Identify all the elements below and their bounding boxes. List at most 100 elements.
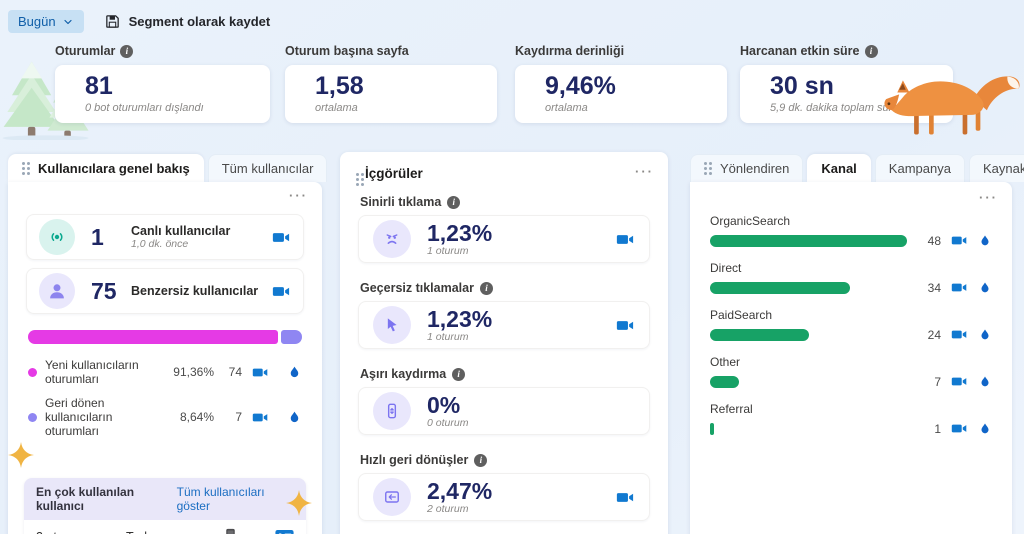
channel-label: Direct [710, 261, 742, 275]
user-profile-card-icon[interactable] [275, 529, 294, 534]
info-icon[interactable]: i [864, 44, 878, 58]
date-range-dropdown[interactable]: Bugün [8, 10, 84, 33]
legend-dot [28, 367, 37, 377]
recordings-camera-icon[interactable] [951, 326, 968, 343]
users-overview-panel: Kullanıcılara genel bakış Tüm kullanıcıl… [8, 152, 328, 534]
info-icon[interactable]: i [474, 453, 488, 467]
channel-bar-track [710, 281, 907, 294]
unique-users-label: Benzersiz kullanıcılar [131, 284, 259, 298]
legend-label: Geri dönen kullanıcıların oturumları [45, 396, 113, 438]
tab-users-overview[interactable]: Kullanıcılara genel bakış [8, 154, 204, 182]
insights-title: İçgörüler [365, 166, 423, 181]
legend-count: 74 [228, 365, 242, 379]
excessive-scroll-card: 0% 0 oturum [358, 387, 650, 435]
channel-row-paidsearch: PaidSearch 24 [710, 308, 992, 343]
returning-users-legend-row: Geri dönen kullanıcıların oturumları 8,6… [28, 396, 302, 438]
quick-backs-sub: 2 oturum [427, 503, 469, 516]
channel-row-other: Other 7 [710, 355, 992, 390]
recordings-camera-icon[interactable] [272, 282, 291, 301]
rage-clicks-card: 1,23% 1 oturum [358, 215, 650, 263]
dead-clicks-value: 1,23% [427, 305, 493, 332]
heatmap-icon[interactable] [287, 410, 302, 425]
more-options-icon[interactable]: ··· [289, 188, 308, 203]
new-vs-returning-bar [28, 330, 302, 344]
chevron-down-icon [63, 19, 72, 24]
more-options-icon[interactable]: ··· [635, 164, 654, 179]
top-user-header: En çok kullanılan kullanıcı [36, 485, 135, 513]
save-segment-button[interactable]: Segment olarak kaydet [104, 13, 270, 30]
tab-all-users[interactable]: Tüm kullanıcılar [207, 154, 328, 182]
channel-value: 34 [927, 280, 941, 295]
channel-label: Other [710, 355, 741, 369]
recordings-camera-icon[interactable] [252, 364, 269, 381]
tab-campaign[interactable]: Kampanya [874, 154, 965, 182]
more-options-icon[interactable]: ··· [979, 190, 998, 205]
recordings-camera-icon[interactable] [951, 232, 968, 249]
recordings-camera-icon[interactable] [616, 230, 635, 249]
quick-back-icon [373, 478, 411, 516]
recordings-camera-icon[interactable] [951, 279, 968, 296]
metric-card: 1,58 ortalama [285, 65, 497, 123]
excessive-scroll-value: 0% [427, 391, 461, 418]
tab-label: Yönlendiren [720, 161, 790, 176]
tab-label: Tüm kullanıcılar [221, 161, 314, 176]
recordings-camera-icon[interactable] [272, 228, 291, 247]
recordings-camera-icon[interactable] [951, 373, 968, 390]
info-icon[interactable]: i [120, 44, 134, 58]
heatmap-icon[interactable] [978, 375, 992, 389]
unique-users-row: 75 Benzersiz kullanıcılar [26, 268, 304, 314]
recordings-camera-icon[interactable] [616, 488, 635, 507]
tab-referrer[interactable]: Yönlendiren [690, 154, 804, 182]
toolbar: Bugün Segment olarak kaydet [8, 10, 270, 33]
heatmap-icon[interactable] [287, 365, 302, 380]
top-user-sessions: 2 oturum [36, 530, 126, 534]
scroll-phone-icon [373, 392, 411, 430]
tab-label: Kaynak [982, 161, 1024, 176]
heatmap-icon[interactable] [978, 328, 992, 342]
metric-scroll-depth: Kaydırma derinliği 9,46% ortalama [515, 44, 727, 123]
tab-source[interactable]: Kaynak [968, 154, 1024, 182]
users-panel-card: ··· 1 Canlı kullanıcılar 1,0 dk. önce 75… [8, 182, 322, 534]
metric-card: 9,46% ortalama [515, 65, 727, 123]
top-user-row[interactable]: 2 oturum Turkey [24, 520, 306, 534]
live-users-row: 1 Canlı kullanıcılar 1,0 dk. önce [26, 214, 304, 260]
date-range-label: Bugün [18, 14, 56, 29]
channel-row-direct: Direct 34 [710, 261, 992, 296]
channel-label: PaidSearch [710, 308, 773, 322]
recordings-camera-icon[interactable] [252, 409, 269, 426]
tab-label: Kanal [821, 161, 857, 176]
metric-subtitle: ortalama [545, 101, 588, 114]
channel-bar [710, 234, 907, 247]
recordings-camera-icon[interactable] [616, 316, 635, 335]
heatmap-icon[interactable] [978, 234, 992, 248]
info-icon[interactable]: i [447, 195, 461, 209]
heatmap-icon[interactable] [978, 422, 992, 436]
recordings-camera-icon[interactable] [951, 420, 968, 437]
insights-panel: ··· İçgörüler Sinirli tıklama i 1,23% 1 … [340, 152, 668, 534]
legend-count: 7 [235, 410, 242, 424]
legend-pct: 8,64% [179, 410, 214, 424]
drag-handle-icon[interactable] [704, 162, 707, 165]
quick-backs-label: Hızlı geri dönüşler i [360, 453, 650, 467]
metric-value: 1,58 [315, 72, 364, 100]
metric-subtitle: 5,9 dk. dakika toplam sürede [770, 101, 911, 114]
tab-channel[interactable]: Kanal [807, 154, 871, 182]
channel-label: Referral [710, 402, 753, 416]
drag-handle-icon[interactable] [22, 162, 25, 165]
metric-subtitle: 0 bot oturumları dışlandı [85, 101, 204, 114]
users-panel-tabs: Kullanıcılara genel bakış Tüm kullanıcıl… [8, 152, 328, 182]
info-icon[interactable]: i [479, 281, 493, 295]
show-all-users-link[interactable]: Tüm kullanıcıları göster [177, 485, 294, 513]
heatmap-icon[interactable] [978, 281, 992, 295]
returning-users-bar-segment [281, 330, 302, 344]
channel-row-organicsearch: OrganicSearch 48 [710, 214, 992, 249]
info-icon[interactable]: i [452, 367, 466, 381]
legend-label: Yeni kullanıcıların oturumları [45, 358, 139, 386]
metric-value: 30 sn [770, 72, 834, 100]
insights-header: İçgörüler [354, 162, 654, 183]
dead-clicks-card: 1,23% 1 oturum [358, 301, 650, 349]
drag-handle-icon[interactable] [356, 173, 359, 176]
top-user-card: En çok kullanılan kullanıcı Tüm kullanıc… [24, 478, 306, 534]
save-icon [105, 15, 119, 28]
channel-bar-track [710, 234, 907, 247]
